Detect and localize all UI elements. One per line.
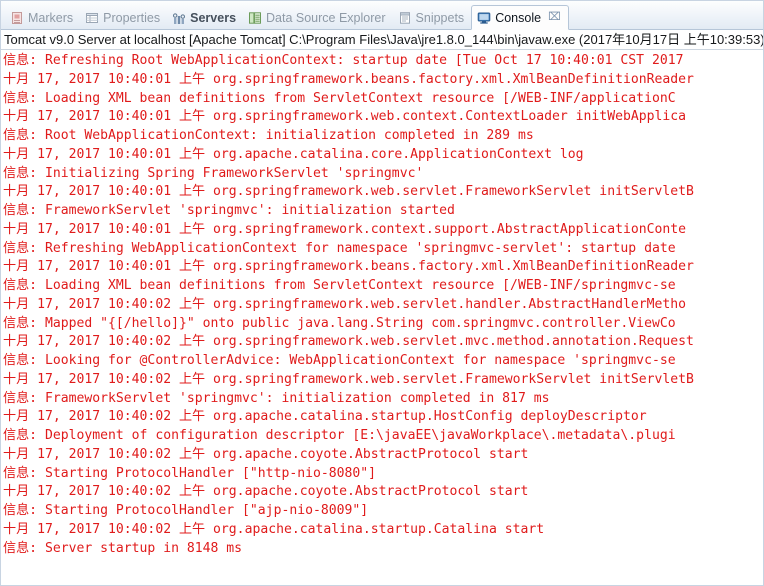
console-log-line: 十月 17, 2017 10:40:02 上午 org.springframew… [3,334,694,350]
data-source-explorer-icon [248,11,262,25]
console-header-line: Tomcat v9.0 Server at localhost [Apache … [1,30,763,50]
console-output[interactable]: 信息: Refreshing Root WebApplicationContex… [1,50,763,582]
tab-label: Properties [103,10,161,25]
console-log-line: 信息: Loading XML bean definitions from Se… [3,278,676,293]
console-log-line: 信息: Initializing Spring FrameworkServlet… [3,165,424,181]
console-log-line: 信息: Refreshing Root WebApplicationContex… [3,53,684,68]
console-log-line: 信息: Server startup in 8148 ms [3,540,243,556]
tab-markers[interactable]: Markers [5,5,80,30]
console-log-line: 十月 17, 2017 10:40:02 上午 org.springframew… [3,371,694,387]
close-icon[interactable]: ⌧ [548,12,561,23]
properties-icon [85,11,99,25]
console-log-line: 信息: Mapped "{[/hello]}" onto public java… [3,315,676,331]
console-log-line: 十月 17, 2017 10:40:01 上午 org.apache.catal… [3,146,584,162]
servers-icon [172,11,186,25]
tab-data-source-explorer[interactable]: Data Source Explorer [243,5,393,30]
console-log-line: 信息: FrameworkServlet 'springmvc': initia… [3,390,550,406]
console-log-line: 十月 17, 2017 10:40:02 上午 org.apache.catal… [3,521,545,537]
tab-label: Snippets [415,10,465,25]
tab-properties[interactable]: Properties [80,5,167,30]
snippets-icon [398,11,412,25]
tab-snippets[interactable]: Snippets [393,5,472,30]
tab-label: Console [495,10,542,25]
console-log-line: 信息: Root WebApplicationContext: initiali… [3,128,534,143]
markers-icon [10,11,24,25]
console-log-line: 十月 17, 2017 10:40:01 上午 org.springframew… [3,184,694,200]
console-log-line: 十月 17, 2017 10:40:01 上午 org.springframew… [3,109,687,125]
console-log-line: 信息: Refreshing WebApplicationContext for… [3,240,676,256]
console-log-line: 十月 17, 2017 10:40:02 上午 org.apache.coyot… [3,446,529,462]
view-tab-bar[interactable]: Markers Properties Servers Data Source Expl… [1,1,763,30]
console-icon [477,11,491,25]
console-log-line: 信息: Starting ProtocolHandler ["http-nio-… [3,465,377,481]
console-log-line: 十月 17, 2017 10:40:02 上午 org.apache.coyot… [3,484,529,500]
console-log-line: 十月 17, 2017 10:40:02 上午 org.apache.catal… [3,409,647,425]
console-log-line: 信息: Deployment of configuration descript… [3,428,676,443]
console-log-line: 十月 17, 2017 10:40:01 上午 org.springframew… [3,259,694,275]
console-log-line: 信息: Looking for @ControllerAdvice: WebAp… [3,353,676,368]
console-view: Markers Properties Servers Data Source Expl… [0,0,764,586]
console-log-line: 信息: Starting ProtocolHandler ["ajp-nio-8… [3,503,369,518]
console-log-line: 十月 17, 2017 10:40:01 上午 org.springframew… [3,221,687,237]
tab-label: Markers [28,10,74,25]
tab-servers[interactable]: Servers [167,5,243,30]
console-log-line: 信息: Loading XML bean definitions from Se… [3,90,676,106]
console-log-line: 十月 17, 2017 10:40:01 上午 org.springframew… [3,71,694,87]
console-log-line: 十月 17, 2017 10:40:02 上午 org.springframew… [3,296,687,312]
tab-console[interactable]: Console ⌧ [471,5,569,30]
console-log-line: 信息: FrameworkServlet 'springmvc': initia… [3,203,455,218]
tab-label: Servers [190,10,237,25]
tab-label: Data Source Explorer [266,10,386,25]
